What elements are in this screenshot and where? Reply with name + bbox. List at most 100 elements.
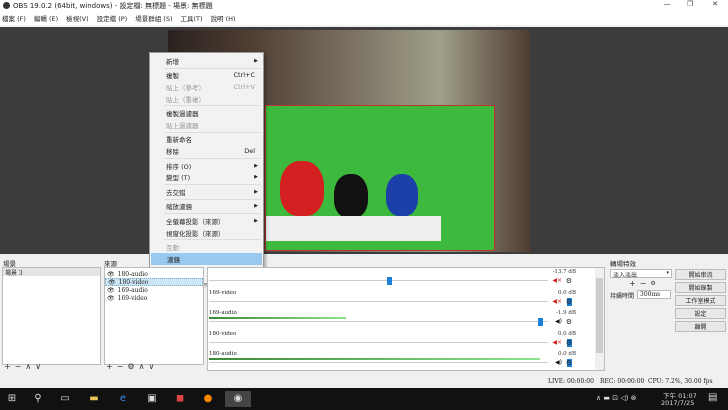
task-view-icon[interactable]: ▭ (57, 391, 73, 407)
gear-icon[interactable]: ⚙ (566, 277, 572, 285)
eye-icon[interactable]: 👁 (107, 295, 115, 302)
context-menu-item[interactable]: 變型 (T) ▶ (150, 171, 263, 183)
context-menu-item[interactable]: 新增 ▶ (150, 55, 263, 67)
clock-date[interactable]: 2017/7/25 (661, 399, 694, 407)
add-icon[interactable]: + (629, 279, 636, 288)
gear-icon[interactable]: ⚙ (127, 362, 134, 371)
taskbar: ⊞ ⚲ ▭ ▬ e ▣ ◼ ● ◉ ∧ ▬ ⊡ ◁) ⊗ 下午 01:07 20… (0, 388, 728, 410)
gear-icon[interactable]: ⚙ (566, 298, 572, 306)
volume-slider[interactable] (209, 362, 548, 363)
control-button-2[interactable]: 工作室模式 (675, 295, 726, 306)
store-icon[interactable]: ▣ (144, 391, 160, 407)
eye-icon[interactable]: 👁 (107, 271, 115, 278)
minimize-button[interactable]: — (655, 0, 679, 11)
volume-slider[interactable] (209, 300, 548, 302)
close-button[interactable]: ✕ (703, 0, 727, 11)
add-icon[interactable]: + (106, 362, 113, 371)
context-menu-item[interactable]: 貼上（重複） (150, 93, 263, 105)
menu-item-label: 全螢幕投影（來源） (166, 217, 225, 226)
context-menu-item[interactable]: 全螢幕投影（來源） ▶ (150, 215, 263, 227)
menu-4[interactable]: 場景群組 (S) (135, 13, 172, 23)
transition-select-value: 淡入淡出 (613, 272, 638, 279)
menu-2[interactable]: 檢視(V) (66, 13, 89, 23)
submenu-arrow-icon: ▶ (254, 217, 258, 224)
volume-slider-handle[interactable] (386, 277, 392, 285)
live-status: LIVE: 00:00:00 (548, 378, 594, 385)
up-icon[interactable]: ∧ (25, 362, 31, 371)
obs-taskbar-icon[interactable]: ◉ (225, 391, 251, 407)
context-menu-item[interactable]: 貼上（參考） Ctrl+V (150, 81, 263, 93)
context-menu-item[interactable]: 移除 Del (150, 145, 263, 157)
remove-icon[interactable]: − (640, 279, 647, 288)
office-icon[interactable]: ◼ (172, 391, 188, 407)
context-menu-item[interactable]: 去交錯 ▶ (150, 186, 263, 198)
transition-select[interactable]: 淡入淡出 ▾ (610, 269, 672, 279)
menu-3[interactable]: 設定檔 (P) (97, 13, 128, 23)
mixer-scrollbar[interactable] (595, 268, 604, 370)
volume-slider[interactable] (209, 341, 548, 343)
channel-name: 169-audio (209, 310, 237, 316)
control-button-0[interactable]: 開始串流 (675, 269, 726, 280)
context-menu-item[interactable]: 濾鏡 (151, 252, 262, 265)
scene-item[interactable]: 場景 3 (3, 268, 100, 277)
context-menu-item[interactable]: 複製 Ctrl+C (150, 70, 263, 82)
search-icon[interactable]: ⚲ (30, 391, 46, 407)
control-button-3[interactable]: 設定 (675, 308, 726, 319)
speaker-icon[interactable]: ◀) (555, 318, 562, 325)
speaker-muted-icon[interactable]: ◀× (552, 277, 562, 284)
remove-icon[interactable]: − (15, 362, 22, 371)
gear-icon[interactable]: ⚙ (650, 280, 655, 287)
context-menu-item[interactable]: 視窗化投影（來源） (150, 227, 263, 239)
menu-6[interactable]: 說明 (H) (211, 13, 236, 23)
context-menu-item[interactable]: 縮放濾鏡 ▶ (150, 201, 263, 213)
up-icon[interactable]: ∧ (139, 362, 145, 371)
edge-icon[interactable]: e (115, 391, 131, 407)
down-icon[interactable]: ∨ (148, 362, 154, 371)
file-explorer-icon[interactable]: ▬ (86, 391, 102, 407)
source-item[interactable]: 👁 180-audio (105, 270, 203, 278)
gear-icon[interactable]: ⚙ (566, 359, 572, 367)
remove-icon[interactable]: − (117, 362, 124, 371)
menu-separator (164, 213, 261, 215)
level-meter (209, 317, 346, 319)
menu-item-label: 新增 (166, 57, 179, 66)
volume-slider[interactable] (209, 280, 548, 281)
menu-5[interactable]: 工具(T) (181, 13, 203, 23)
control-button-4[interactable]: 離開 (675, 321, 726, 332)
eye-icon[interactable]: 👁 (108, 279, 116, 286)
speaker-icon[interactable]: ◀) (555, 359, 562, 366)
gear-icon[interactable]: ⚙ (566, 339, 572, 347)
control-button-1[interactable]: 開始錄製 (675, 282, 726, 293)
window-title: OBS 19.0.2 (64bit, windows) - 設定檔: 無標題 -… (13, 1, 213, 10)
submenu-arrow-icon: ▶ (254, 203, 258, 210)
context-menu-item[interactable]: 重新命名 (150, 134, 263, 146)
notifications-icon[interactable]: ▤ (708, 392, 717, 403)
down-icon[interactable]: ∨ (35, 362, 41, 371)
level-meter (209, 358, 541, 360)
context-menu-item[interactable]: 複製過濾器 (150, 107, 263, 119)
duration-spinbox[interactable]: 300ms (637, 290, 671, 299)
volume-slider-handle[interactable] (538, 318, 544, 326)
source-item[interactable]: 👁 169-video (105, 294, 203, 302)
scene-controls: + − ∧ ∨ (4, 362, 41, 371)
context-menu-item[interactable]: 貼上過濾器 (150, 119, 263, 131)
eye-icon[interactable]: 👁 (107, 287, 115, 294)
context-menu-item[interactable]: 排序 (O) ▶ (150, 160, 263, 172)
volume-slider[interactable] (209, 321, 548, 322)
menu-item-shortcut: Ctrl+V (233, 82, 255, 91)
menu-0[interactable]: 檔案 (F) (2, 13, 26, 23)
duration-label: 持續時間 (610, 293, 635, 300)
speaker-muted-icon[interactable]: ◀× (552, 339, 562, 346)
gear-icon[interactable]: ⚙ (566, 318, 572, 326)
source-item[interactable]: 👁 180-video (105, 278, 203, 286)
add-icon[interactable]: + (4, 362, 11, 371)
source-item[interactable]: 👁 169-audio (105, 286, 203, 294)
menu-1[interactable]: 編輯 (E) (34, 13, 58, 23)
speaker-muted-icon[interactable]: ◀× (552, 298, 562, 305)
firefox-icon[interactable]: ● (200, 391, 216, 407)
context-menu-item[interactable]: 互動 (150, 241, 263, 253)
maximize-button[interactable]: ❐ (678, 0, 702, 11)
title-bar: OBS 19.0.2 (64bit, windows) - 設定檔: 無標題 -… (0, 0, 728, 11)
tray-icons[interactable]: ∧ ▬ ⊡ ◁) ⊗ (596, 394, 636, 402)
windows-start-icon[interactable]: ⊞ (4, 391, 20, 407)
